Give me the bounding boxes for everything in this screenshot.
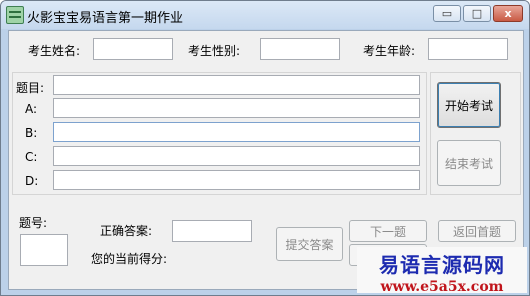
submit-answer-button[interactable]: 提交答案 bbox=[276, 227, 343, 261]
site-watermark: 易语言源码网 www.e5a5x.com bbox=[357, 247, 527, 295]
question-number-label: 题号: bbox=[19, 216, 48, 230]
option-b-label: B: bbox=[25, 126, 38, 140]
maximize-icon: □ bbox=[471, 7, 483, 20]
end-exam-button[interactable]: 结束考试 bbox=[437, 140, 501, 186]
minimize-icon: ▭ bbox=[441, 7, 453, 20]
student-gender-label: 考生性别: bbox=[188, 44, 241, 58]
app-window: 火影宝宝易语言第一期作业 ▭ □ x 考生姓名: 考生性别: 考生年龄: 题目:… bbox=[0, 0, 530, 296]
question-title-field[interactable] bbox=[53, 75, 420, 95]
student-gender-input[interactable] bbox=[260, 38, 340, 60]
title-bar[interactable]: 火影宝宝易语言第一期作业 ▭ □ x bbox=[1, 1, 529, 29]
window-title: 火影宝宝易语言第一期作业 bbox=[27, 11, 184, 26]
correct-answer-field bbox=[172, 220, 252, 242]
close-icon: x bbox=[504, 7, 512, 20]
back-to-first-button[interactable]: 返回首题 bbox=[438, 220, 516, 242]
option-a-field[interactable] bbox=[53, 98, 420, 118]
maximize-button[interactable]: □ bbox=[463, 5, 491, 22]
start-exam-button[interactable]: 开始考试 bbox=[437, 82, 501, 128]
option-d-label: D: bbox=[25, 174, 39, 188]
next-question-button[interactable]: 下一题 bbox=[349, 220, 427, 242]
watermark-title: 易语言源码网 bbox=[379, 253, 505, 277]
question-title-label: 题目: bbox=[16, 81, 45, 95]
current-score-label: 您的当前得分: bbox=[91, 252, 168, 266]
app-icon bbox=[6, 6, 24, 24]
minimize-button[interactable]: ▭ bbox=[433, 5, 461, 22]
student-name-label: 考生姓名: bbox=[28, 44, 81, 58]
correct-answer-label: 正确答案: bbox=[100, 224, 153, 238]
question-number-field bbox=[20, 234, 68, 266]
option-b-field[interactable] bbox=[53, 122, 420, 142]
student-age-label: 考生年龄: bbox=[363, 44, 416, 58]
student-name-input[interactable] bbox=[93, 38, 173, 60]
option-d-field[interactable] bbox=[53, 170, 420, 190]
option-a-label: A: bbox=[25, 102, 38, 116]
close-button[interactable]: x bbox=[493, 5, 523, 22]
watermark-url: www.e5a5x.com bbox=[380, 279, 504, 295]
student-age-input[interactable] bbox=[428, 38, 508, 60]
option-c-field[interactable] bbox=[53, 146, 420, 166]
option-c-label: C: bbox=[25, 150, 38, 164]
